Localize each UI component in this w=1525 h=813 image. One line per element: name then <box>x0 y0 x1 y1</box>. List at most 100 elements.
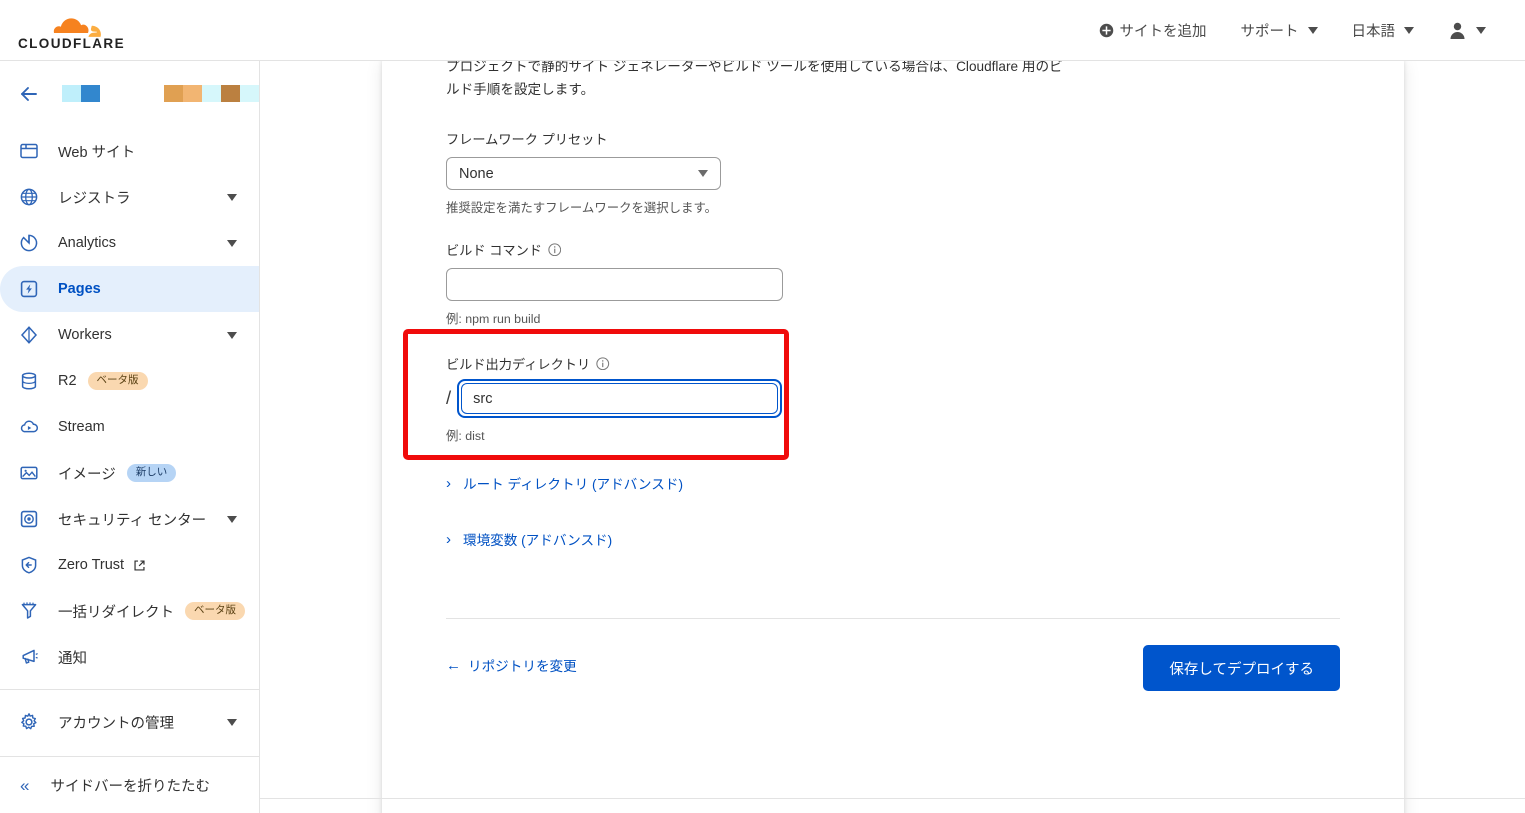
build-output-directory-label: ビルド出力ディレクトリ <box>446 354 782 373</box>
framework-preset-hint: 推奨設定を満たすフレームワークを選択します。 <box>446 201 717 215</box>
top-header: CLOUDFLARE サイトを追加 サポート 日本語 <box>0 0 1525 61</box>
environment-variables-disclosure[interactable]: › 環境変数 (アドバンスド) <box>446 529 612 549</box>
pages-bolt-icon <box>18 278 40 300</box>
add-site-button[interactable]: サイトを追加 <box>1082 0 1224 60</box>
stream-cloud-icon <box>18 416 40 438</box>
chevron-down-icon <box>1476 26 1486 34</box>
build-command-input[interactable] <box>446 268 783 301</box>
sidebar-nav: Web サイト レジストラ Analytics Pages Workers R2… <box>0 126 259 745</box>
sidebar-item-manage-account[interactable]: アカウントの管理 <box>0 699 259 745</box>
status-badge: ベータ版 <box>87 371 148 391</box>
sidebar-item-notifications[interactable]: 通知 <box>0 634 259 680</box>
sidebar-item-pages[interactable]: Pages <box>0 266 259 312</box>
build-output-directory-group: ビルド出力ディレクトリ / 例: dist <box>446 354 783 444</box>
website-icon <box>18 140 40 162</box>
sidebar-item-label: 通知 <box>58 650 87 667</box>
database-icon <box>18 370 40 392</box>
path-prefix-slash: / <box>446 387 452 409</box>
account-id-redacted <box>164 85 259 102</box>
collapse-sidebar-label: サイドバーを折りたたむ <box>50 778 210 795</box>
header-actions: サイトを追加 サポート 日本語 <box>1082 0 1504 60</box>
sidebar-item-security-center[interactable]: セキュリティ センター <box>0 496 259 542</box>
build-command-hint: 例: npm run build <box>446 312 541 326</box>
build-command-label: ビルド コマンド <box>446 240 783 259</box>
save-and-deploy-button[interactable]: 保存してデプロイする <box>1143 645 1340 691</box>
svg-text:CLOUDFLARE: CLOUDFLARE <box>18 36 125 51</box>
gear-icon <box>18 711 40 733</box>
language-label: 日本語 <box>1351 23 1396 40</box>
framework-preset-select[interactable]: None <box>446 157 721 190</box>
support-menu[interactable]: サポート <box>1224 0 1335 60</box>
sidebar-item-bulk-redirects[interactable]: 一括リダイレクト ベータ版 <box>0 588 259 634</box>
funnel-icon <box>18 600 40 622</box>
sidebar-item-r2[interactable]: R2 ベータ版 <box>0 358 259 404</box>
chevron-right-icon: › <box>446 530 451 548</box>
root-directory-label: ルート ディレクトリ (アドバンスド) <box>463 477 683 492</box>
chevron-down-icon[interactable] <box>227 515 237 523</box>
sidebar-item-label: レジストラ <box>58 190 131 207</box>
megaphone-icon <box>18 646 40 668</box>
status-badge: ベータ版 <box>185 601 245 621</box>
security-shield-icon <box>18 508 40 530</box>
chevron-down-icon[interactable] <box>227 239 237 247</box>
framework-preset-label: フレームワーク プリセット <box>446 132 608 147</box>
build-command-label-text: ビルド コマンド <box>446 243 542 258</box>
sidebar-item-label: Workers <box>58 327 112 343</box>
change-repository-link[interactable]: ← リポジトリを変更 <box>446 655 577 675</box>
sidebar-item-label: R2 <box>58 373 77 389</box>
info-circle-icon[interactable] <box>596 357 610 371</box>
plus-circle-icon <box>1099 23 1113 37</box>
form-divider <box>446 618 1340 619</box>
account-switcher-row <box>0 61 259 126</box>
sidebar-item-label: Zero Trust <box>58 557 125 573</box>
support-label: サポート <box>1240 23 1299 40</box>
chevron-double-left-icon: « <box>20 775 30 795</box>
image-icon <box>18 462 40 484</box>
sidebar-item-registrar[interactable]: レジストラ <box>0 174 259 220</box>
language-menu[interactable]: 日本語 <box>1335 0 1432 60</box>
change-repository-label: リポジトリを変更 <box>468 659 577 674</box>
chevron-down-icon <box>1404 26 1414 34</box>
main-content: プロジェクトで静的サイト ジェネレーターやビルド ツールを使用している場合は、C… <box>260 61 1525 813</box>
framework-preset-value: None <box>459 165 494 182</box>
add-site-label: サイトを追加 <box>1119 23 1207 40</box>
sidebar-item-label: Stream <box>58 419 105 435</box>
root-directory-disclosure[interactable]: › ルート ディレクトリ (アドバンスド) <box>446 473 683 493</box>
sidebar-item-label: 一括リダイレクト <box>58 604 174 621</box>
chevron-down-icon[interactable] <box>227 331 237 339</box>
build-output-directory-focus-ring <box>457 379 783 418</box>
build-command-group: ビルド コマンド 例: npm run build <box>446 240 783 327</box>
sidebar-item-label: イメージ <box>58 466 116 483</box>
sidebar-item-label: セキュリティ センター <box>58 512 207 529</box>
page-bottom-divider <box>260 798 1525 799</box>
build-output-directory-input[interactable] <box>461 383 779 414</box>
chevron-down-icon[interactable] <box>227 193 237 201</box>
sidebar-item-stream[interactable]: Stream <box>0 404 259 450</box>
build-settings-card: プロジェクトで静的サイト ジェネレーターやビルド ツールを使用している場合は、C… <box>382 61 1404 813</box>
chevron-right-icon: › <box>446 474 451 492</box>
build-output-directory-hint: 例: dist <box>446 429 485 443</box>
sidebar-item-label: Analytics <box>58 235 117 251</box>
pie-chart-icon <box>18 232 40 254</box>
sidebar-item-label: アカウントの管理 <box>58 715 174 732</box>
arrow-left-icon: ← <box>446 656 461 674</box>
sidebar-item-workers[interactable]: Workers <box>0 312 259 358</box>
sidebar: Web サイト レジストラ Analytics Pages Workers R2… <box>0 61 260 813</box>
info-circle-icon[interactable] <box>548 243 562 257</box>
cloudflare-logo[interactable]: CLOUDFLARE <box>16 8 140 52</box>
sidebar-divider <box>0 689 259 690</box>
intro-text: プロジェクトで静的サイト ジェネレーターやビルド ツールを使用している場合は、C… <box>446 61 1063 98</box>
sidebar-item-label: Web サイト <box>58 144 136 161</box>
back-arrow-icon[interactable] <box>18 83 40 105</box>
collapse-sidebar-button[interactable]: « サイドバーを折りたたむ <box>0 756 259 813</box>
chevron-down-icon[interactable] <box>227 718 237 726</box>
sidebar-item-analytics[interactable]: Analytics <box>0 220 259 266</box>
status-badge: 新しい <box>126 463 177 483</box>
cloudflare-dashboard: CLOUDFLARE サイトを追加 サポート 日本語 Web サイト レジストラ… <box>0 0 1525 813</box>
globe-icon <box>18 186 40 208</box>
sidebar-item-websites[interactable]: Web サイト <box>0 128 259 174</box>
account-name-redacted <box>62 85 100 102</box>
account-menu[interactable] <box>1431 0 1503 60</box>
sidebar-item-zero-trust[interactable]: Zero Trust <box>0 542 259 588</box>
sidebar-item-images[interactable]: イメージ 新しい <box>0 450 259 496</box>
